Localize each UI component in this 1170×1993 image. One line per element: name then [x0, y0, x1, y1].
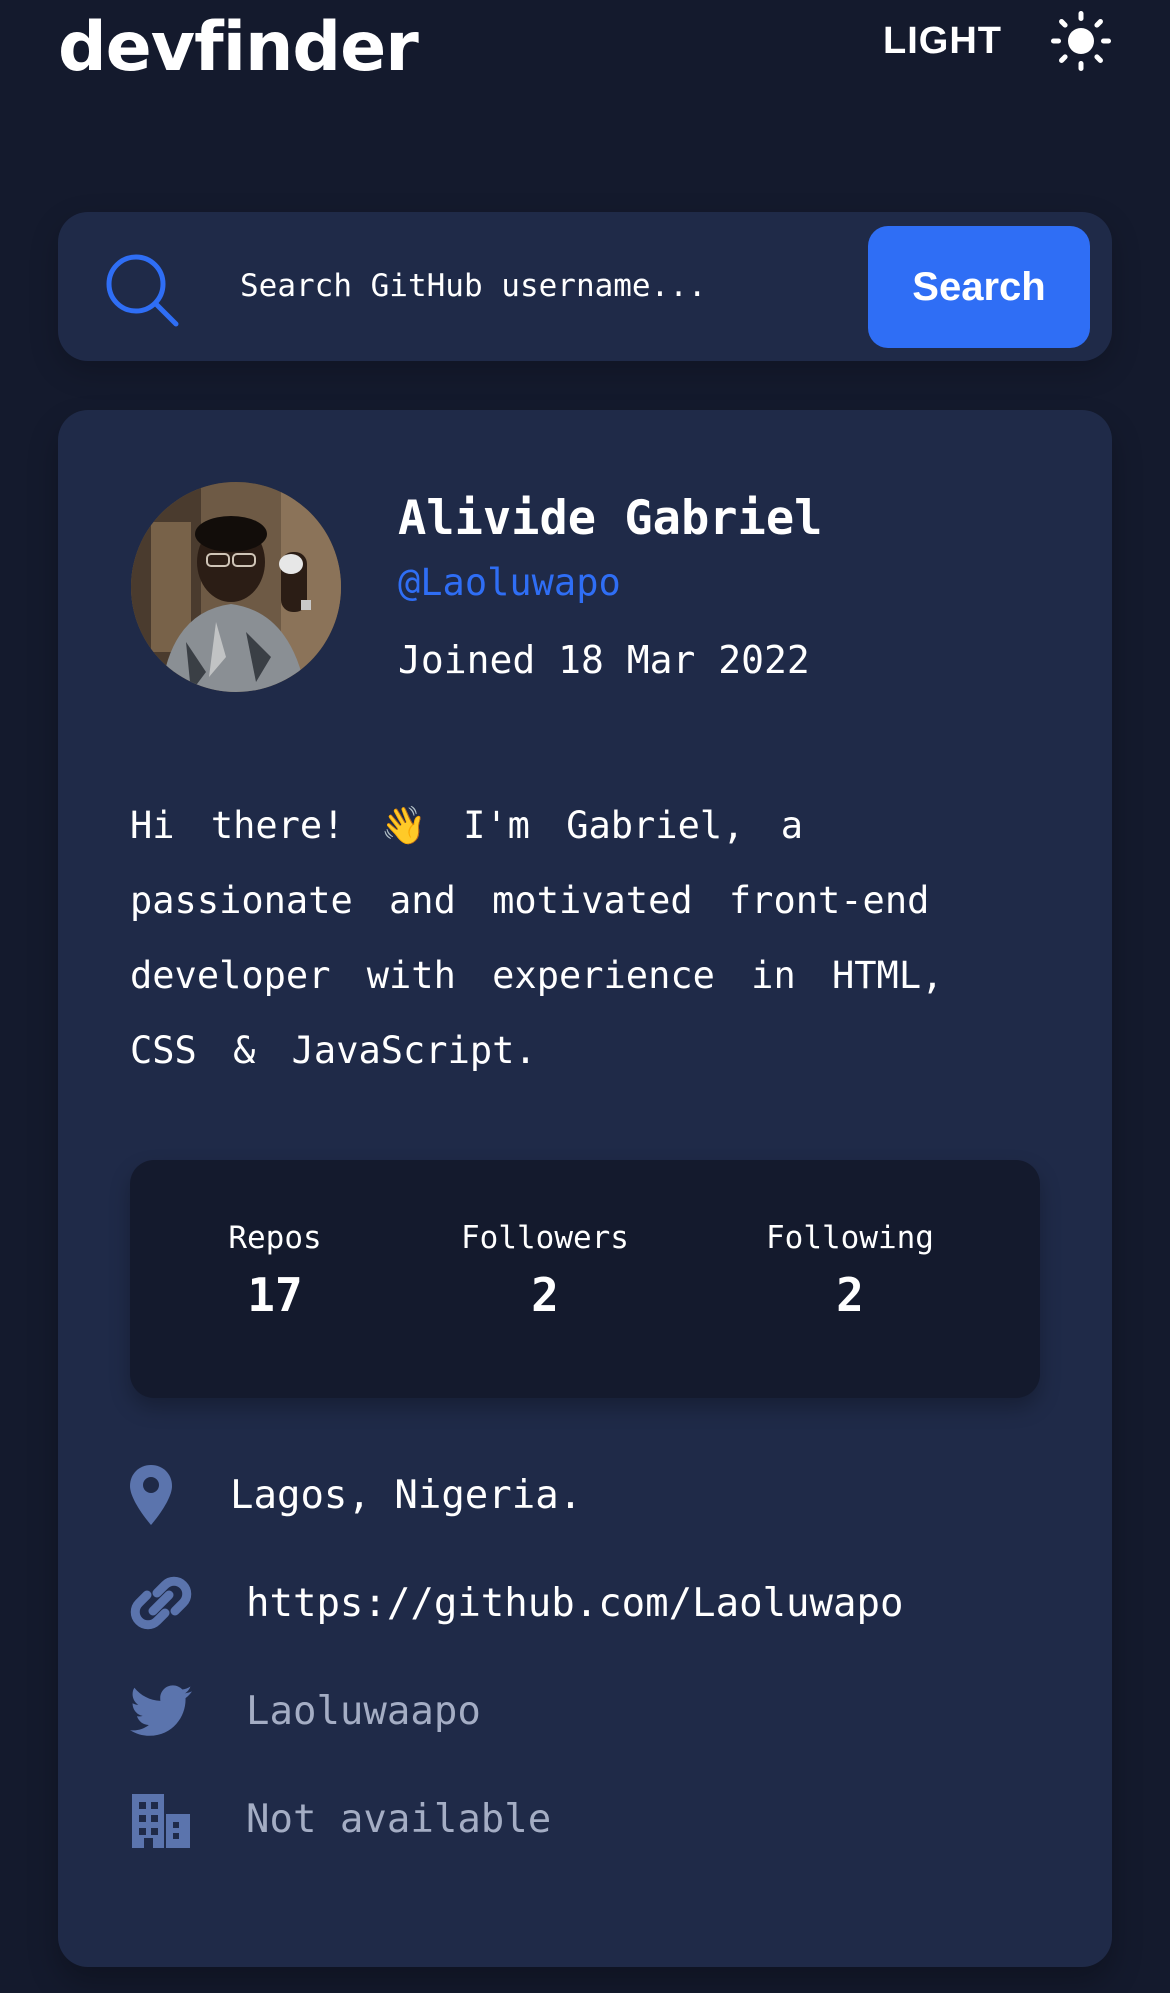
profile-name: Alivide Gabriel [398, 491, 823, 546]
stats-panel: Repos 17 Followers 2 Following 2 [130, 1160, 1040, 1398]
link-icon [130, 1571, 194, 1635]
sun-icon [1050, 10, 1112, 72]
app-logo: devfinder [58, 8, 419, 87]
info-company: Not available [130, 1784, 551, 1854]
app-header: devfinder LIGHT [58, 0, 1112, 100]
blog-link[interactable]: https://github.com/Laoluwapo [246, 1581, 903, 1626]
twitter-icon [130, 1679, 194, 1743]
info-twitter: Laoluwaapo [130, 1676, 481, 1746]
stat-following-label: Following [766, 1220, 934, 1256]
location-text: Lagos, Nigeria. [230, 1472, 583, 1518]
profile-bio: Hi there! 👋 I'm Gabriel, a passionate an… [130, 804, 944, 1072]
company-text: Not available [246, 1796, 552, 1842]
stat-following-value: 2 [836, 1268, 864, 1322]
search-icon [104, 252, 180, 328]
stat-repos-label: Repos [228, 1220, 322, 1256]
info-blog: https://github.com/Laoluwapo [130, 1568, 903, 1638]
search-bar: Search [58, 212, 1112, 361]
profile-handle-link[interactable]: @Laoluwapo [398, 560, 621, 606]
profile-card: Alivide Gabriel @Laoluwapo Joined 18 Mar… [58, 410, 1112, 1967]
join-date: Joined 18 Mar 2022 [398, 638, 810, 682]
stat-following: Following 2 [750, 1218, 950, 1322]
stat-repos-value: 17 [247, 1268, 303, 1322]
theme-toggle[interactable]: LIGHT [883, 6, 1112, 76]
stat-followers: Followers 2 [444, 1218, 646, 1322]
avatar [131, 482, 341, 692]
theme-toggle-label: LIGHT [883, 19, 1002, 62]
twitter-text: Laoluwaapo [246, 1688, 481, 1734]
stat-followers-label: Followers [461, 1220, 629, 1256]
search-input[interactable] [238, 250, 722, 322]
company-building-icon [130, 1787, 194, 1851]
search-button[interactable]: Search [868, 226, 1090, 348]
stat-followers-value: 2 [531, 1268, 559, 1322]
stat-repos: Repos 17 [210, 1218, 340, 1322]
location-pin-icon [130, 1463, 194, 1527]
info-location: Lagos, Nigeria. [130, 1460, 582, 1530]
